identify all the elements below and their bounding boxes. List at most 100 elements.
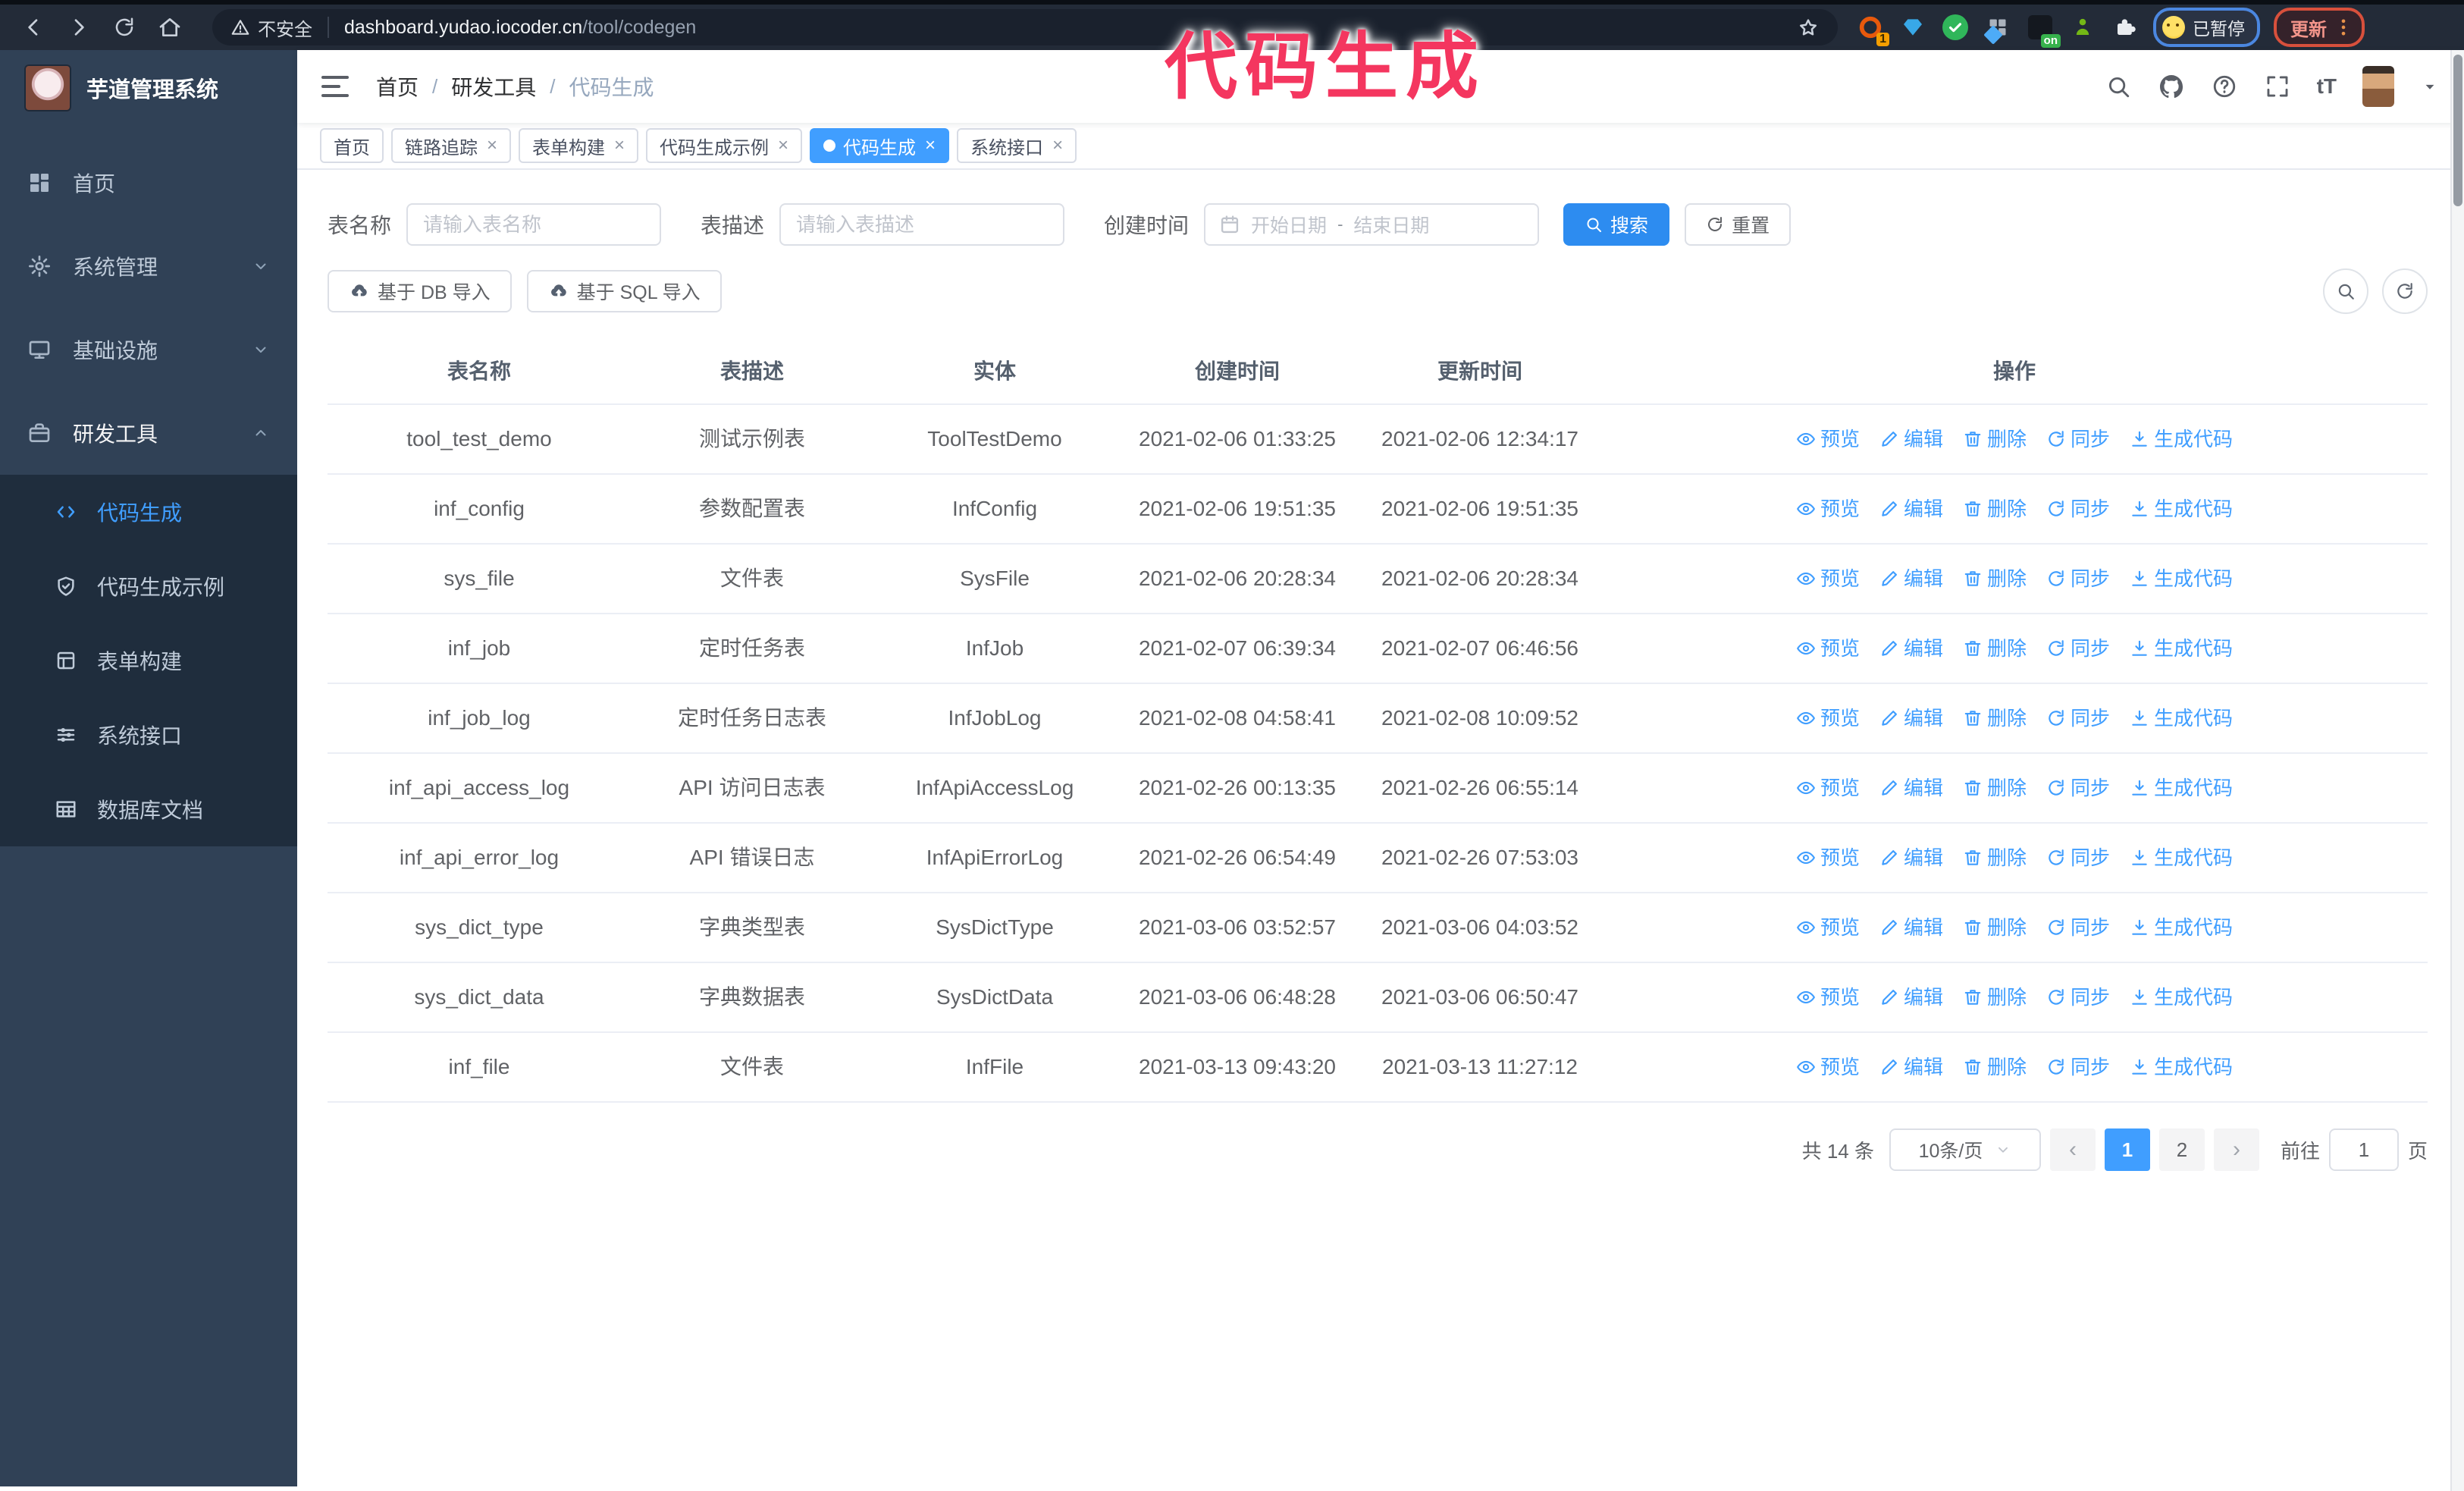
browser-profile-badge[interactable]: 已暂停 — [2153, 8, 2260, 47]
tab-系统接口[interactable]: 系统接口 × — [957, 128, 1077, 163]
op-edit-button[interactable]: 编辑 — [1879, 494, 1943, 523]
create-time-range-picker[interactable]: 开始日期 - 结束日期 — [1204, 203, 1540, 246]
op-edit-button[interactable]: 编辑 — [1879, 564, 1943, 593]
close-icon[interactable]: × — [778, 137, 788, 155]
op-preview-button[interactable]: 预览 — [1796, 843, 1860, 872]
op-generate-button[interactable]: 生成代码 — [2130, 983, 2233, 1012]
op-generate-button[interactable]: 生成代码 — [2130, 913, 2233, 942]
op-delete-button[interactable]: 删除 — [1963, 425, 2027, 454]
op-preview-button[interactable]: 预览 — [1796, 1053, 1860, 1081]
sidebar-item-system-api[interactable]: 系统接口 — [0, 698, 297, 772]
browser-reload-button[interactable] — [106, 9, 143, 46]
help-button[interactable] — [2211, 73, 2238, 100]
table-desc-input[interactable] — [779, 203, 1065, 246]
sidebar-item-devtools[interactable]: 研发工具 — [0, 391, 297, 475]
extension-icon-person[interactable] — [2068, 13, 2097, 42]
op-delete-button[interactable]: 删除 — [1963, 1053, 2027, 1081]
op-sync-button[interactable]: 同步 — [2046, 913, 2110, 942]
browser-forward-button[interactable] — [61, 9, 97, 46]
op-edit-button[interactable]: 编辑 — [1879, 1053, 1943, 1081]
op-delete-button[interactable]: 删除 — [1963, 704, 2027, 733]
close-icon[interactable]: × — [925, 137, 936, 155]
op-preview-button[interactable]: 预览 — [1796, 425, 1860, 454]
sidebar-toggle-button[interactable] — [321, 76, 349, 97]
op-generate-button[interactable]: 生成代码 — [2130, 425, 2233, 454]
extension-icon-grid[interactable] — [1983, 13, 2012, 45]
op-delete-button[interactable]: 删除 — [1963, 774, 2027, 802]
op-generate-button[interactable]: 生成代码 — [2130, 494, 2233, 523]
page-button-1[interactable]: 1 — [2104, 1128, 2150, 1171]
close-icon[interactable]: × — [487, 137, 497, 155]
tab-首页[interactable]: 首页 — [320, 128, 384, 163]
toggle-search-button[interactable] — [2323, 268, 2368, 314]
close-icon[interactable]: × — [1052, 137, 1063, 155]
browser-home-button[interactable] — [152, 9, 188, 46]
op-sync-button[interactable]: 同步 — [2046, 704, 2110, 733]
op-preview-button[interactable]: 预览 — [1796, 564, 1860, 593]
op-edit-button[interactable]: 编辑 — [1879, 425, 1943, 454]
scrollbar-thumb[interactable] — [2453, 55, 2462, 206]
reset-button[interactable]: 重置 — [1685, 203, 1792, 246]
tab-代码生成[interactable]: 代码生成 × — [810, 128, 950, 163]
sidebar-item-home[interactable]: 首页 — [0, 141, 297, 224]
sql-import-button[interactable]: 基于 SQL 导入 — [526, 270, 722, 312]
op-preview-button[interactable]: 预览 — [1796, 634, 1860, 663]
sidebar-item-codegen[interactable]: 代码生成 — [0, 475, 297, 549]
op-generate-button[interactable]: 生成代码 — [2130, 1053, 2233, 1081]
op-edit-button[interactable]: 编辑 — [1879, 704, 1943, 733]
bookmark-star-icon[interactable] — [1797, 16, 1820, 39]
op-generate-button[interactable]: 生成代码 — [2130, 634, 2233, 663]
op-preview-button[interactable]: 预览 — [1796, 913, 1860, 942]
op-preview-button[interactable]: 预览 — [1796, 983, 1860, 1012]
op-sync-button[interactable]: 同步 — [2046, 1053, 2110, 1081]
extensions-puzzle-icon[interactable] — [2111, 13, 2140, 42]
close-icon[interactable]: × — [614, 137, 625, 155]
op-delete-button[interactable]: 删除 — [1963, 843, 2027, 872]
tab-表单构建[interactable]: 表单构建 × — [519, 128, 639, 163]
security-indicator[interactable]: 不安全 — [230, 14, 312, 41]
op-sync-button[interactable]: 同步 — [2046, 425, 2110, 454]
op-generate-button[interactable]: 生成代码 — [2130, 774, 2233, 802]
op-edit-button[interactable]: 编辑 — [1879, 983, 1943, 1012]
op-sync-button[interactable]: 同步 — [2046, 494, 2110, 523]
op-edit-button[interactable]: 编辑 — [1879, 774, 1943, 802]
op-generate-button[interactable]: 生成代码 — [2130, 564, 2233, 593]
sidebar-item-codegen-example[interactable]: 代码生成示例 — [0, 549, 297, 623]
address-bar[interactable]: 不安全 dashboard.yudao.iocoder.cn /tool/cod… — [212, 9, 1838, 46]
sidebar-item-system[interactable]: 系统管理 — [0, 224, 297, 308]
goto-page-input[interactable] — [2328, 1128, 2399, 1171]
font-size-button[interactable]: tT — [2317, 74, 2337, 99]
sidebar-item-form-builder[interactable]: 表单构建 — [0, 623, 297, 698]
avatar-caret-icon[interactable] — [2420, 77, 2440, 96]
fullscreen-button[interactable] — [2264, 73, 2291, 100]
page-button-2[interactable]: 2 — [2158, 1128, 2205, 1171]
extension-icon-check[interactable] — [1941, 13, 1970, 42]
op-sync-button[interactable]: 同步 — [2046, 843, 2110, 872]
sidebar-item-infra[interactable]: 基础设施 — [0, 308, 297, 391]
op-delete-button[interactable]: 删除 — [1963, 564, 2027, 593]
op-generate-button[interactable]: 生成代码 — [2130, 704, 2233, 733]
op-preview-button[interactable]: 预览 — [1796, 774, 1860, 802]
prev-page-button[interactable]: ‹ — [2049, 1128, 2096, 1171]
breadcrumb-devtools[interactable]: 研发工具 — [451, 71, 536, 102]
op-delete-button[interactable]: 删除 — [1963, 634, 2027, 663]
op-sync-button[interactable]: 同步 — [2046, 634, 2110, 663]
github-link[interactable] — [2158, 73, 2185, 100]
op-edit-button[interactable]: 编辑 — [1879, 913, 1943, 942]
user-avatar[interactable] — [2362, 66, 2394, 107]
breadcrumb-home[interactable]: 首页 — [376, 71, 419, 102]
op-edit-button[interactable]: 编辑 — [1879, 634, 1943, 663]
op-sync-button[interactable]: 同步 — [2046, 983, 2110, 1012]
op-delete-button[interactable]: 删除 — [1963, 494, 2027, 523]
op-preview-button[interactable]: 预览 — [1796, 494, 1860, 523]
table-name-input[interactable] — [406, 203, 662, 246]
next-page-button[interactable]: › — [2213, 1128, 2259, 1171]
browser-back-button[interactable] — [15, 9, 52, 46]
kebab-menu-icon[interactable] — [2333, 17, 2354, 38]
op-edit-button[interactable]: 编辑 — [1879, 843, 1943, 872]
sidebar-item-db-doc[interactable]: 数据库文档 — [0, 772, 297, 846]
db-import-button[interactable]: 基于 DB 导入 — [328, 270, 512, 312]
extension-icon-orange[interactable]: 1 — [1856, 13, 1889, 46]
op-sync-button[interactable]: 同步 — [2046, 774, 2110, 802]
op-generate-button[interactable]: 生成代码 — [2130, 843, 2233, 872]
